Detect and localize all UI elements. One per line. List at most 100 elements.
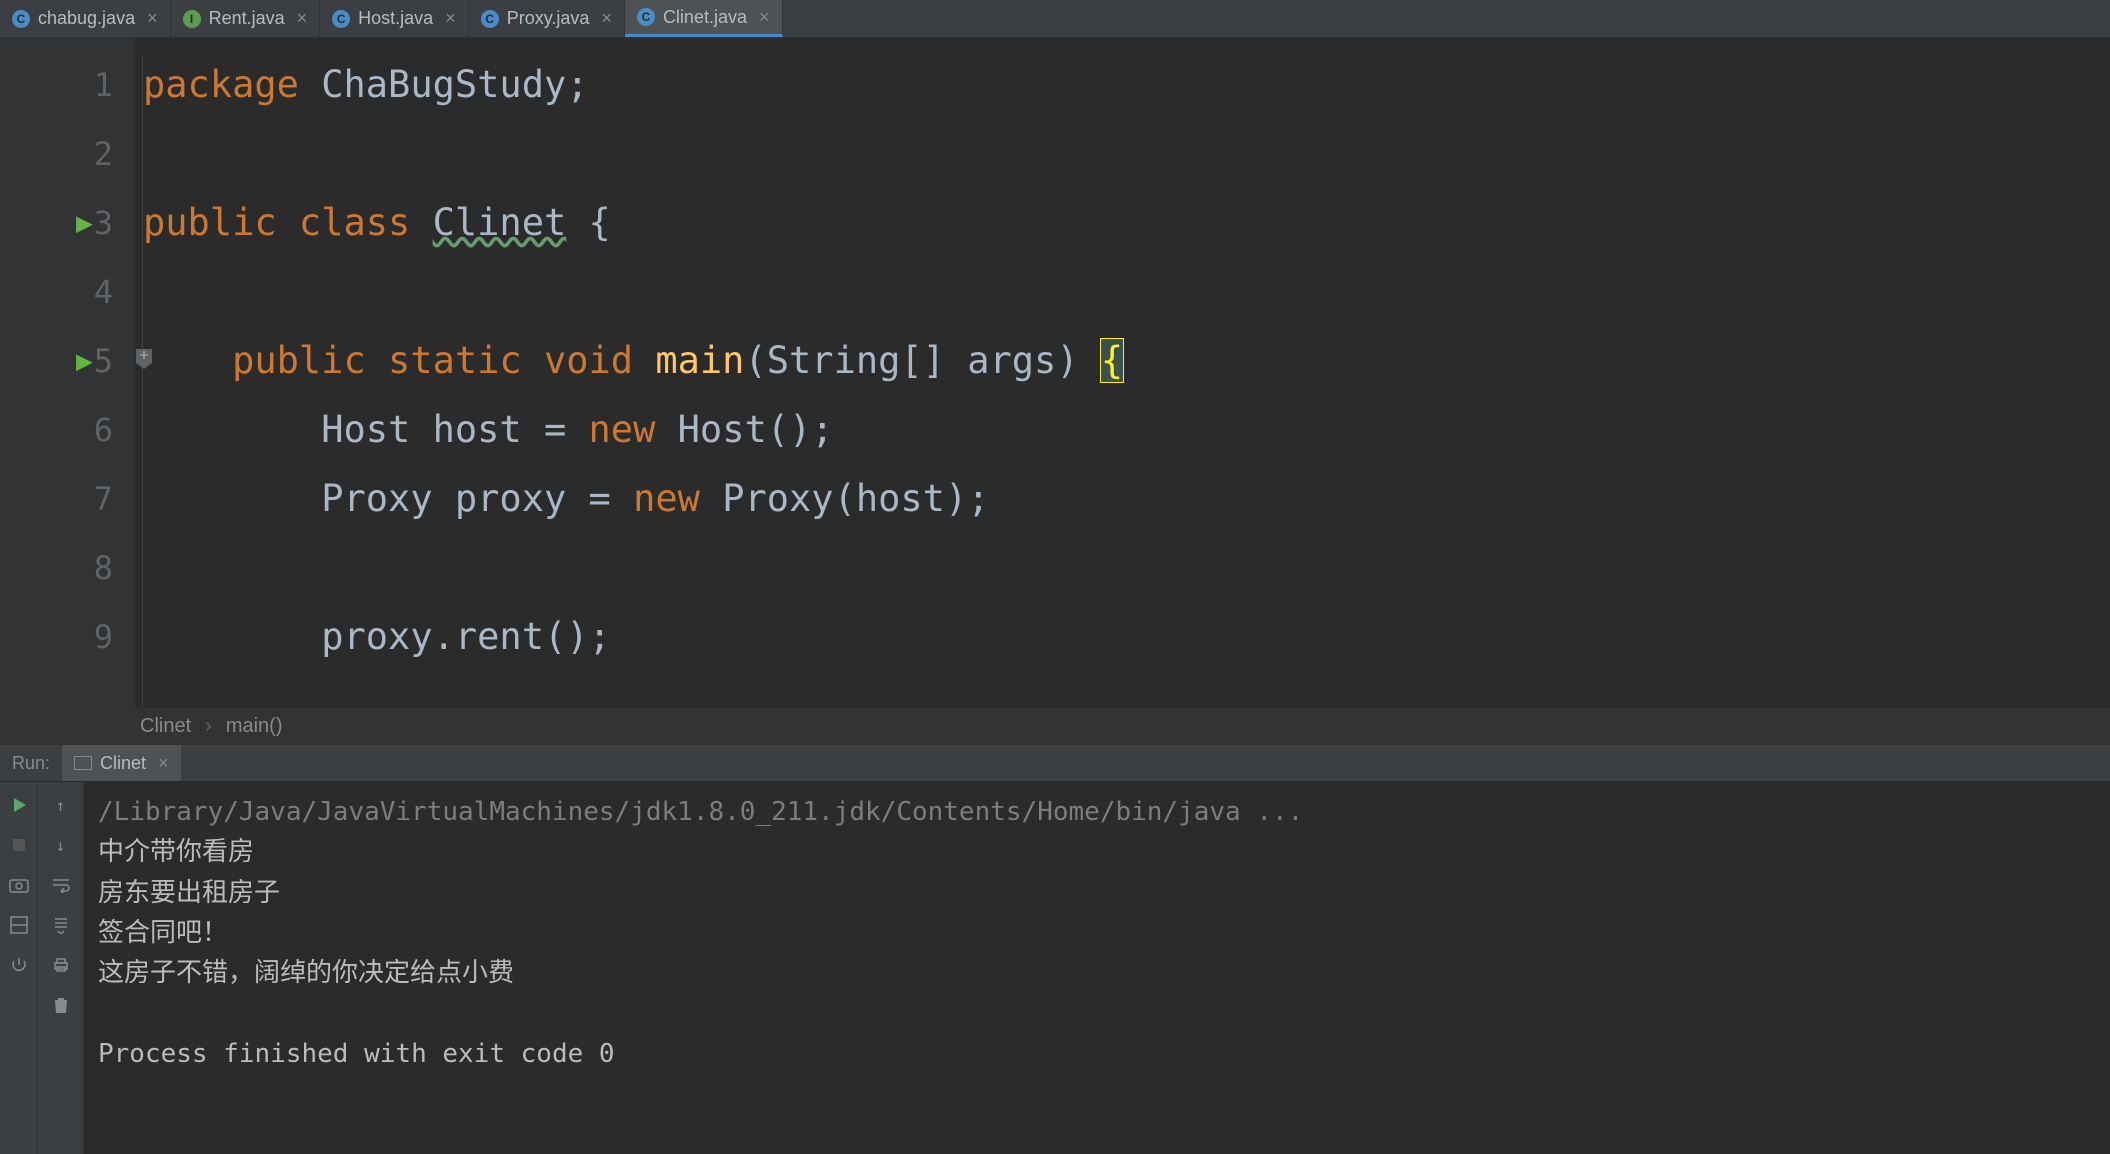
class-icon: C [637,8,655,26]
soft-wrap-icon[interactable] [48,872,74,898]
run-config-label: Clinet [100,753,146,774]
console-line: 签合同吧！ [98,913,2096,953]
line-number: 2 [94,135,113,173]
stop-icon[interactable] [6,832,32,858]
code-line[interactable]: public static void main(String[] args) { [135,326,2110,395]
code-token: proxy.rent(); [321,615,611,658]
console-toolbar-left [0,782,38,1154]
run-window-icon [74,756,92,770]
up-arrow-icon[interactable]: ↑ [48,792,74,818]
run-label: Run: [0,753,62,774]
indent-guide [142,56,143,708]
rerun-icon[interactable] [6,792,32,818]
console-line [98,993,2096,1033]
editor-tab[interactable]: I Rent.java × [171,0,321,37]
breadcrumb-sep-icon: › [205,715,212,738]
console-line: /Library/Java/JavaVirtualMachines/jdk1.8… [98,792,2096,832]
code-token: main [655,339,744,382]
line-number: 5 [94,342,113,380]
console-line: 这房子不错，阔绰的你决定给点小费 [98,953,2096,993]
gutter-row[interactable]: 8 [0,533,135,602]
code-line[interactable] [135,257,2110,326]
gutter-row[interactable]: 6 [0,395,135,464]
tab-label: Proxy.java [507,8,590,29]
print-icon[interactable] [48,952,74,978]
code-token: { [566,201,611,244]
code-line[interactable] [135,119,2110,188]
class-icon: C [12,10,30,28]
tab-label: Rent.java [209,8,285,29]
camera-icon[interactable] [6,872,32,898]
code-token: public static void [232,339,655,382]
breadcrumb-method[interactable]: main() [226,715,283,738]
editor-container: 123▶45▶6789 package ChaBugStudy;public c… [0,38,2110,708]
close-icon[interactable]: × [759,7,770,28]
editor-tab[interactable]: Cchabug.java × [0,0,171,37]
fold-icon[interactable] [135,349,153,373]
breadcrumb-bar: Clinet › main() [0,708,2110,744]
console-line: 房东要出租房子 [98,873,2096,913]
gutter-row[interactable]: 3▶ [0,188,135,257]
editor-tabs-bar: Cchabug.java × I Rent.java × C Host.java × C Prox… [0,0,2110,38]
code-token: ChaBugStudy; [321,63,588,106]
down-arrow-icon[interactable]: ↓ [48,832,74,858]
trash-icon[interactable] [48,992,74,1018]
editor-gutter: 123▶45▶6789 [0,38,135,708]
line-number: 7 [94,480,113,518]
code-token: Host(); [678,408,834,451]
line-number: 8 [94,549,113,587]
line-number: 9 [94,618,113,656]
code-token: new [589,408,678,451]
code-token: Clinet [433,201,567,244]
gutter-row[interactable]: 7 [0,464,135,533]
tab-label: chabug.java [38,8,135,29]
close-icon[interactable]: × [158,753,169,774]
run-gutter-icon[interactable]: ▶ [76,206,93,239]
close-icon[interactable]: × [601,8,612,29]
close-icon[interactable]: × [445,8,456,29]
editor-tab[interactable]: C Clinet.java × [625,0,783,37]
code-token: package [143,63,321,106]
gutter-row[interactable]: 2 [0,119,135,188]
gutter-row[interactable]: 9 [0,602,135,671]
close-icon[interactable]: × [147,8,158,29]
class-icon: C [332,10,350,28]
code-area[interactable]: package ChaBugStudy; public class Clinet … [135,38,2110,708]
gutter-row[interactable]: 4 [0,257,135,326]
console-output[interactable]: /Library/Java/JavaVirtualMachines/jdk1.8… [84,782,2110,1154]
line-number: 4 [94,273,113,311]
layout-icon[interactable] [6,912,32,938]
exit-icon[interactable] [6,952,32,978]
code-line[interactable]: public class Clinet { [135,188,2110,257]
close-icon[interactable]: × [297,8,308,29]
scroll-end-icon[interactable] [48,912,74,938]
code-token: { [1101,339,1123,382]
code-line[interactable]: Proxy proxy = new Proxy(host); [135,464,2110,533]
run-gutter-icon[interactable]: ▶ [76,344,93,377]
line-number: 1 [94,66,113,104]
run-tool-header: Run: Clinet × [0,744,2110,782]
run-config-tab[interactable]: Clinet × [62,745,181,781]
code-line[interactable]: package ChaBugStudy; [135,50,2110,119]
code-line[interactable]: Host host = new Host(); [135,395,2110,464]
editor-tab[interactable]: C Host.java × [320,0,469,37]
code-token: (String[] args) [744,339,1100,382]
gutter-row[interactable]: 5▶ [0,326,135,395]
breadcrumb-class[interactable]: Clinet [140,715,191,738]
console-container: ↑ ↓ /Library/Java/JavaVirtualMachines/jd… [0,782,2110,1154]
tab-label: Host.java [358,8,433,29]
console-toolbar-right: ↑ ↓ [38,782,84,1154]
code-line[interactable] [135,533,2110,602]
editor-tab[interactable]: C Proxy.java × [469,0,625,37]
code-token: public class [143,201,433,244]
class-icon: C [481,10,499,28]
interface-icon: I [183,10,201,28]
line-number: 6 [94,411,113,449]
code-token: Proxy(host); [722,477,989,520]
gutter-row[interactable]: 1 [0,50,135,119]
console-line: Process finished with exit code 0 [98,1034,2096,1074]
tab-label: Clinet.java [663,7,747,28]
code-line[interactable]: proxy.rent(); [135,602,2110,671]
code-token: new [633,477,722,520]
code-token: Proxy proxy = [321,477,633,520]
